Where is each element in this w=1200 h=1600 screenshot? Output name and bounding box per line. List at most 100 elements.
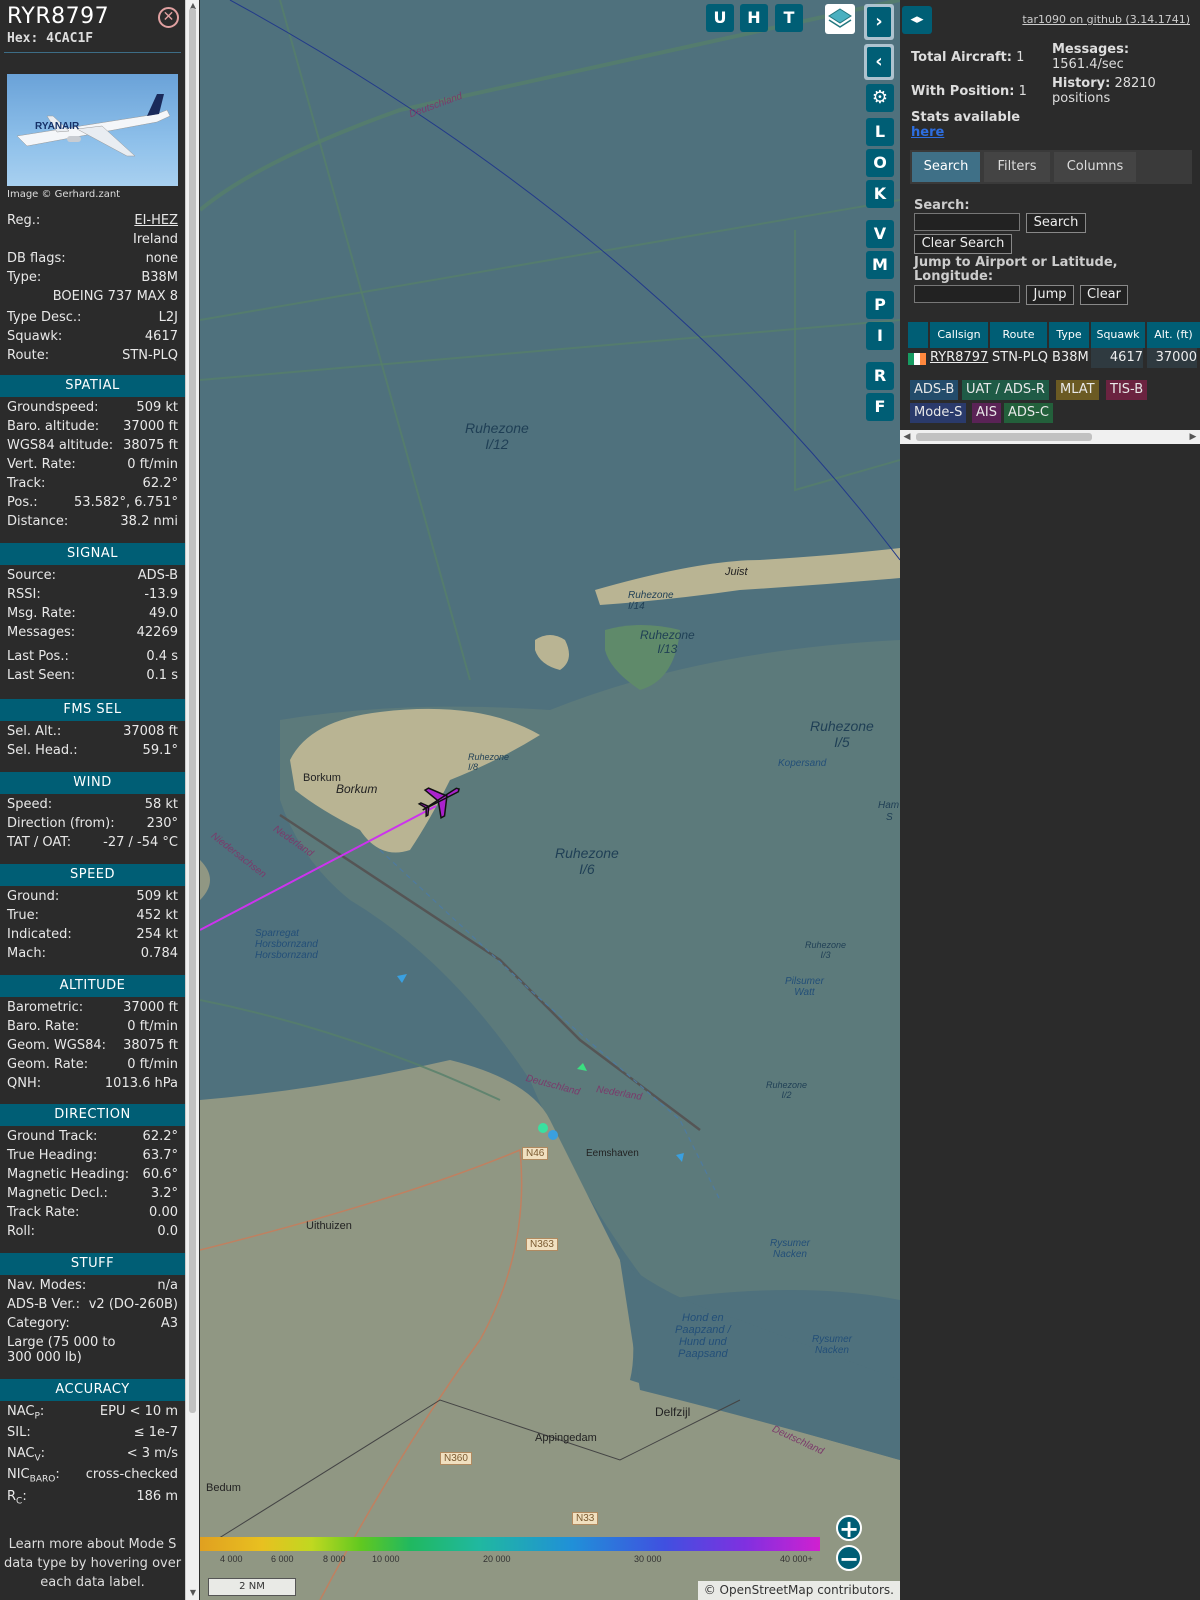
info-row: Type: B38M	[7, 270, 178, 289]
map-button-f[interactable]: F	[866, 393, 894, 421]
info-row-label: Sel. Head.:	[7, 743, 78, 758]
info-row-label: Route:	[7, 348, 50, 363]
label-colon: :	[40, 1446, 46, 1461]
zoom-out-button[interactable]: −	[836, 1545, 862, 1571]
info-row-label: Groundspeed:	[7, 400, 99, 415]
info-row-value: BOEING 737 MAX 8	[52, 289, 178, 304]
info-row-value[interactable]: EI-HEZ	[134, 213, 178, 228]
info-row-value: ≤ 1e-7	[133, 1425, 178, 1440]
source-badge: Mode-S	[910, 403, 967, 423]
attribution-link[interactable]: OpenStreetMap	[720, 1583, 814, 1597]
tab-search[interactable]: Search	[912, 152, 980, 182]
svg-text:RYANAIR: RYANAIR	[35, 121, 80, 132]
messages-stat: Messages: 1561.4/sec	[1052, 42, 1192, 72]
info-row: Category: A3	[7, 1316, 178, 1335]
map-button-i[interactable]: I	[866, 322, 894, 350]
info-row-value: 0.1 s	[146, 668, 178, 683]
table-header-squawk[interactable]: Squawk	[1091, 322, 1145, 348]
info-row-label: Last Pos.:	[7, 649, 69, 664]
info-row: BOEING 737 MAX 8	[7, 289, 178, 308]
map-button-h[interactable]: H	[740, 4, 768, 32]
row-callsign[interactable]: RYR8797	[930, 348, 990, 368]
table-header-altitude[interactable]: Alt. (ft)	[1147, 322, 1200, 348]
info-row: True Heading: 63.7°	[7, 1148, 178, 1167]
info-row-label: TAT / OAT:	[7, 835, 72, 850]
jump-input[interactable]	[914, 285, 1020, 303]
stats-link[interactable]: here	[911, 125, 944, 140]
info-row-label: Track Rate:	[7, 1205, 80, 1220]
map-button-r[interactable]: R	[866, 362, 894, 390]
search-input[interactable]	[914, 213, 1020, 231]
map-button-v[interactable]: V	[866, 220, 894, 248]
info-row-label: Distance:	[7, 514, 69, 529]
info-row: QNH: 1013.6 hPa	[7, 1076, 178, 1095]
color-scale-label: 6 000	[271, 1554, 294, 1564]
table-horizontal-scrollbar[interactable]: ◀ ▶	[900, 430, 1200, 444]
source-badge: UAT / ADS-R	[962, 380, 1049, 400]
table-header-route[interactable]: Route	[990, 322, 1047, 348]
map-label: Hond en Paapzand / Hund und Paapsand	[675, 1312, 731, 1360]
info-row-label: SIL:	[7, 1425, 31, 1443]
info-row-value: 38.2 nmi	[120, 514, 178, 529]
info-row-value: STN-PLQ	[122, 348, 178, 363]
info-row-value: 37008 ft	[123, 724, 178, 739]
info-row-label: Squawk:	[7, 329, 63, 344]
zoom-in-button[interactable]: +	[836, 1515, 862, 1541]
sidebar-toggle-icon[interactable]: ◂▸	[902, 6, 932, 34]
collapse-left-icon[interactable]: ‹	[864, 44, 894, 80]
clear-button[interactable]: Clear	[1080, 285, 1128, 305]
info-row-label: Track:	[7, 476, 46, 491]
table-header-type[interactable]: Type	[1049, 322, 1089, 348]
info-row: Geom. Rate: 0 ft/min	[7, 1057, 178, 1076]
info-row-value: none	[145, 251, 178, 266]
road-label: N46	[522, 1147, 549, 1160]
info-row-label: RSSI:	[7, 587, 41, 602]
info-row: WGS84 altitude: 38075 ft	[7, 438, 178, 457]
github-link[interactable]: tar1090 on github (3.14.1741)	[1022, 13, 1190, 26]
info-row: Last Pos.: 0.4 s	[7, 649, 178, 668]
map-button-o[interactable]: O	[866, 149, 894, 177]
map-scale-bar: 2 NM	[208, 1578, 296, 1596]
layers-icon[interactable]	[825, 4, 855, 34]
clear-search-button[interactable]: Clear Search	[914, 234, 1012, 254]
photo-credit: Image © Gerhard.zant	[7, 189, 121, 200]
settings-gear-icon[interactable]: ⚙	[866, 84, 894, 112]
map-label: Delfzijl	[655, 1405, 691, 1419]
close-icon[interactable]: ✕	[158, 7, 179, 28]
map-button-m[interactable]: M	[866, 251, 894, 279]
map-button-p[interactable]: P	[866, 291, 894, 319]
info-row: NACV: < 3 m/s	[7, 1446, 178, 1465]
info-row-value: 0.0	[157, 1224, 178, 1239]
jump-button[interactable]: Jump	[1026, 285, 1074, 305]
with-position-label: With Position:	[911, 84, 1015, 99]
map-label: Pilsumer Watt	[785, 976, 824, 998]
info-row: Distance: 38.2 nmi	[7, 514, 178, 533]
tab-filters[interactable]: Filters	[984, 152, 1050, 182]
aircraft-photo[interactable]: RYANAIR	[7, 74, 178, 186]
expand-right-icon[interactable]: ›	[864, 4, 894, 40]
info-row-label: Geom. Rate:	[7, 1057, 89, 1072]
map-button-u[interactable]: U	[706, 4, 734, 32]
info-row-label: Magnetic Heading:	[7, 1167, 130, 1182]
map-label: S	[886, 812, 893, 823]
map-button-t[interactable]: T	[775, 4, 803, 32]
info-row-value: EPU < 10 m	[99, 1404, 178, 1419]
map-label: Ruhezone I/8	[468, 752, 510, 772]
aircraft-callsign: RYR8797	[7, 4, 110, 29]
info-row-label: Last Seen:	[7, 668, 76, 683]
search-button[interactable]: Search	[1026, 213, 1086, 233]
info-row: Route: STN-PLQ	[7, 348, 178, 367]
color-scale-label: 4 000	[220, 1554, 243, 1564]
tab-columns[interactable]: Columns	[1054, 152, 1136, 182]
table-header-callsign[interactable]: Callsign	[930, 322, 988, 348]
row-route: STN-PLQ	[992, 350, 1048, 365]
map-button-k[interactable]: K	[866, 180, 894, 208]
map-button-l[interactable]: L	[866, 118, 894, 146]
info-row: Indicated: 254 kt	[7, 927, 178, 946]
label-main: NAC	[7, 1404, 35, 1419]
info-panel-scrollbar[interactable]: ▲ ▼	[185, 0, 199, 1600]
section-header: ALTITUDE	[0, 975, 185, 997]
map-attribution: © OpenStreetMap contributors.	[697, 1581, 900, 1600]
info-row-value: 42269	[136, 625, 178, 640]
map-view[interactable]: Deutschland Ruhezone I/12 Juist Ruhezone…	[200, 0, 900, 1600]
